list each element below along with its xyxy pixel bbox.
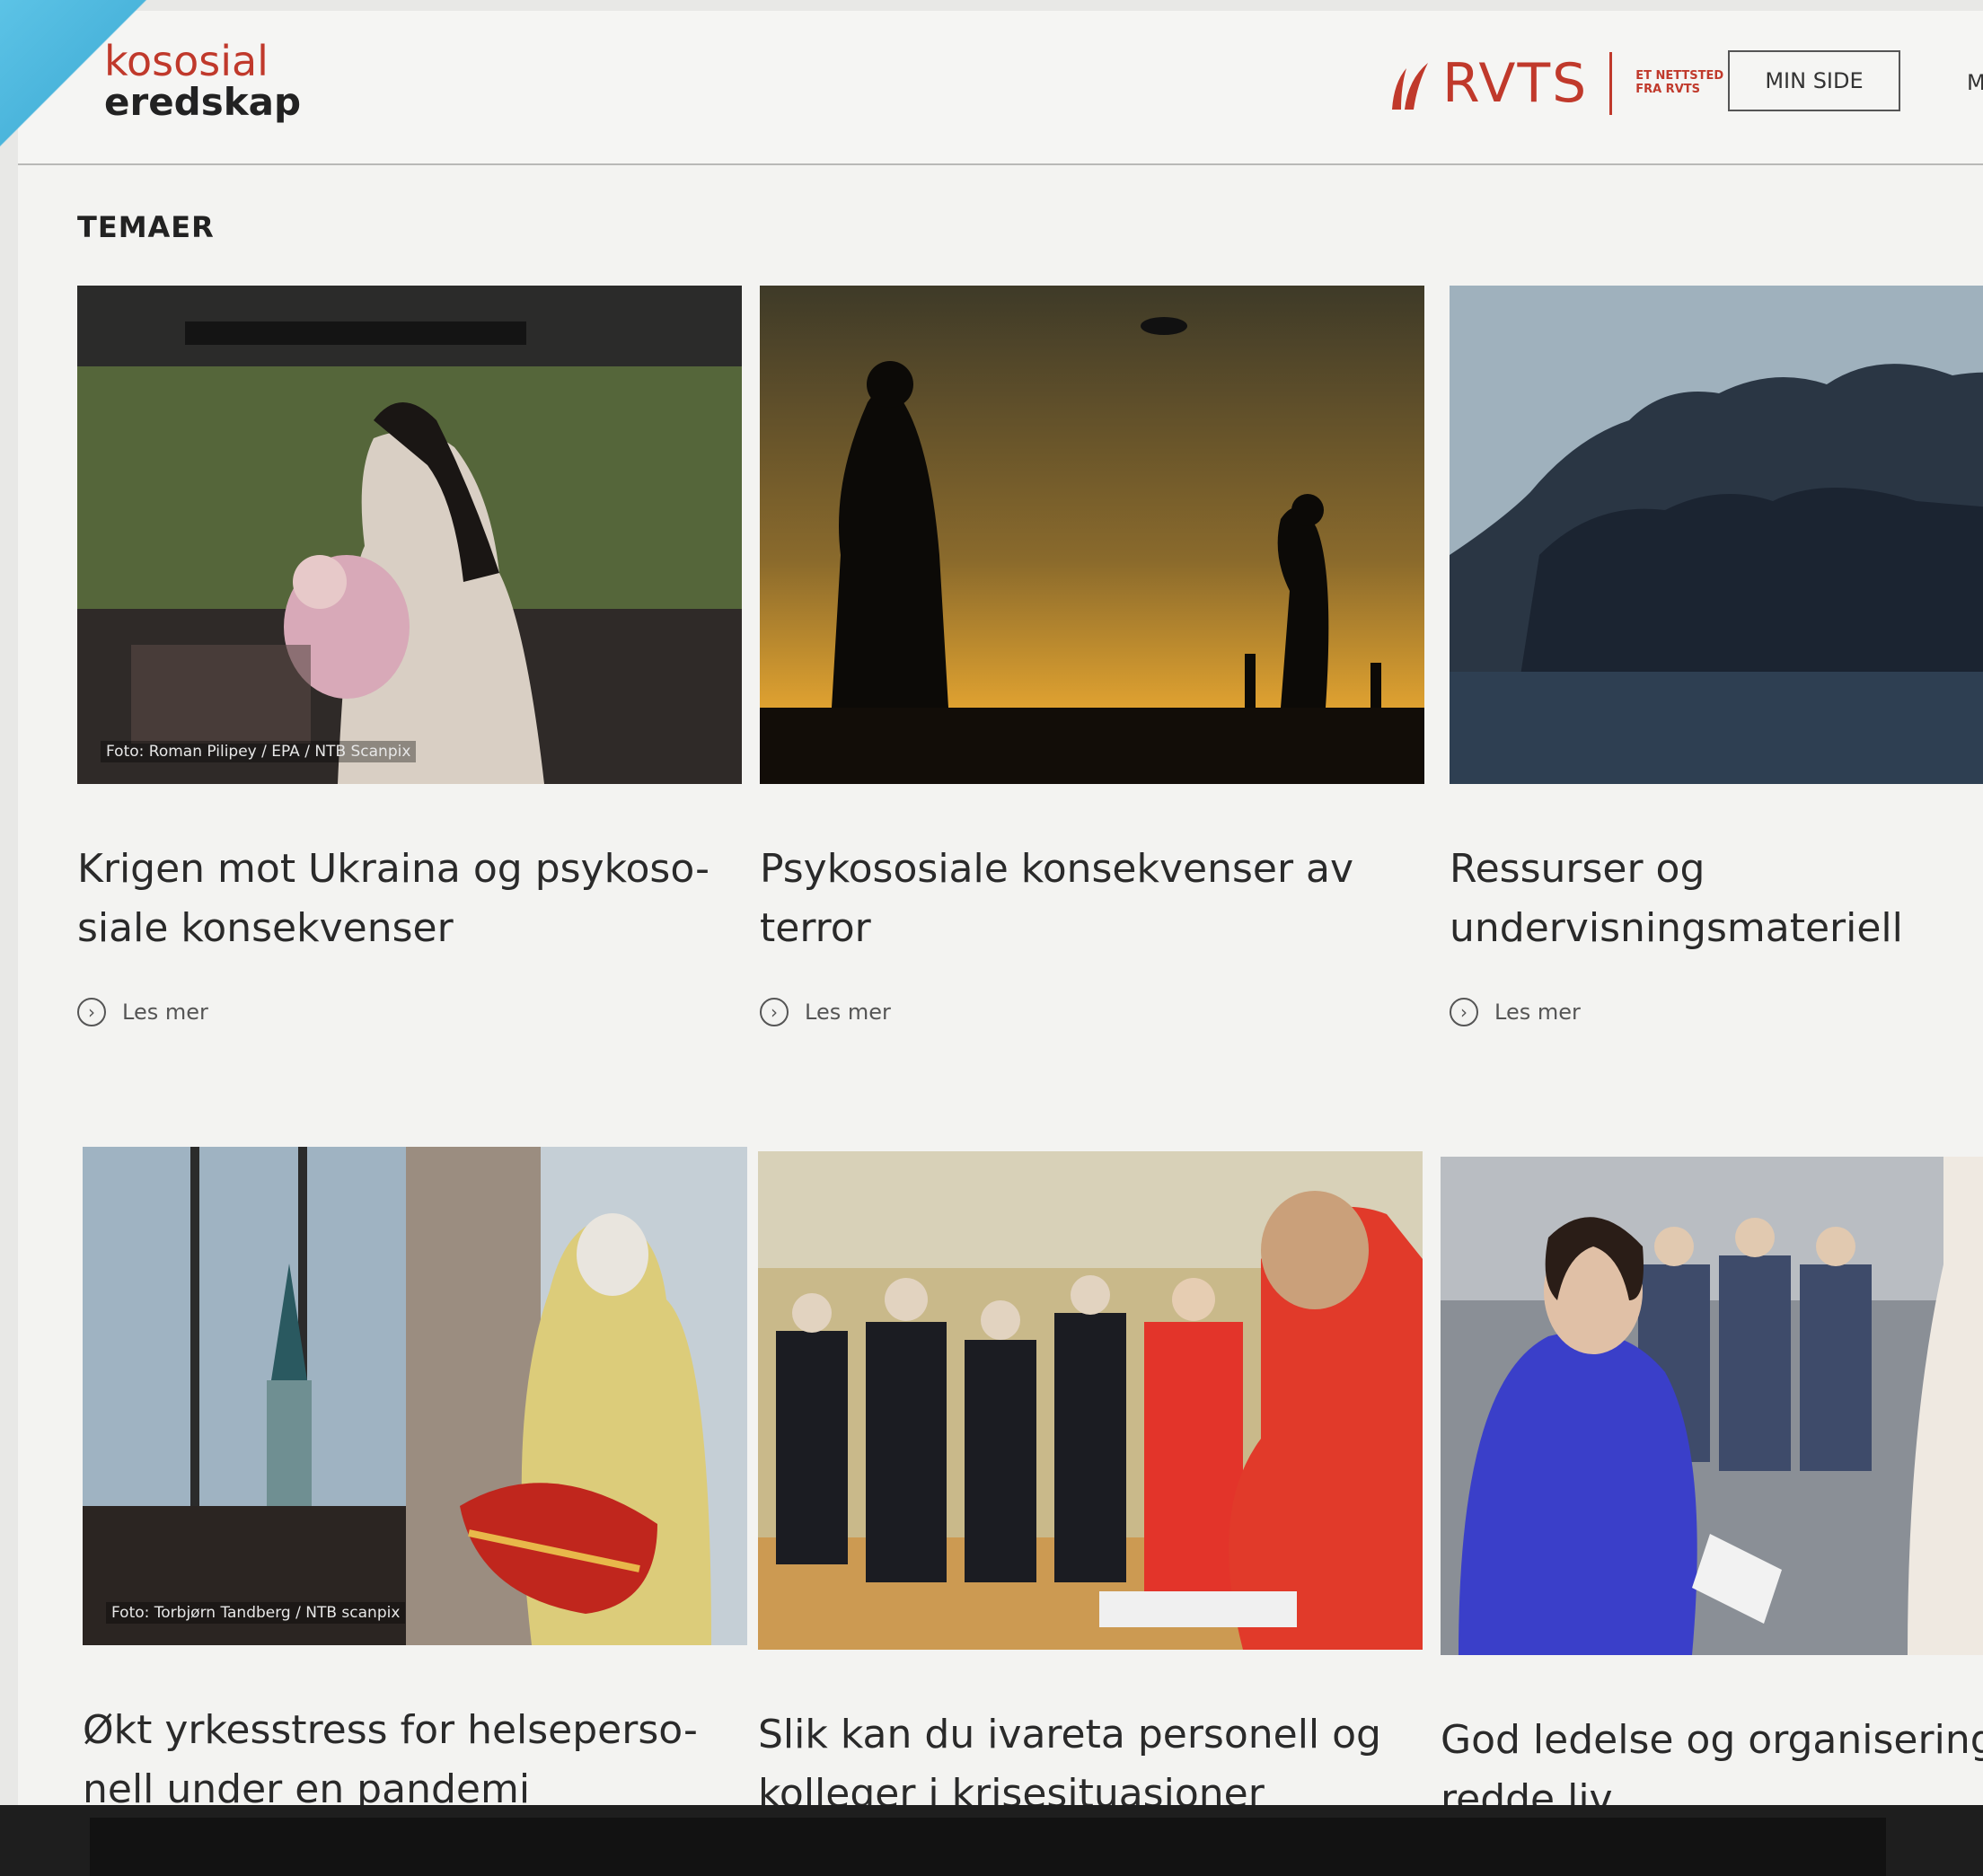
browser-page: kososial eredskap RVTS ET NETTSTED FRA R… bbox=[18, 11, 1983, 1814]
card-title[interactable]: Slik kan du ivareta personell og kollege… bbox=[758, 1705, 1441, 1814]
rvts-logo[interactable]: RVTS ET NETTSTED FRA RVTS bbox=[1383, 52, 1723, 115]
read-more-link[interactable]: › Les mer bbox=[1450, 998, 1983, 1026]
card-title-line2: terror bbox=[760, 905, 871, 951]
next-section-preview bbox=[90, 1818, 1886, 1876]
theme-card-ledelse[interactable]: God ledelse og organisering redde liv bbox=[1441, 1157, 1983, 1814]
card-title-line1: Krigen mot Ukraina og psykoso- bbox=[77, 846, 709, 892]
health-worker-photo bbox=[83, 1147, 747, 1645]
read-more-label: Les mer bbox=[1494, 1000, 1581, 1025]
leadership-exercise-photo bbox=[1441, 1157, 1983, 1655]
card-title[interactable]: Ressurser og undervisningsmateriell bbox=[1450, 840, 1983, 958]
card-title[interactable]: God ledelse og organisering redde liv bbox=[1441, 1711, 1983, 1814]
crisis-team-photo bbox=[758, 1151, 1423, 1650]
theme-card-ressurser[interactable]: Ressurser og undervisningsmateriell › Le… bbox=[1450, 286, 1983, 1026]
chevron-circle-right-icon: › bbox=[1450, 998, 1478, 1026]
monitor-bezel bbox=[0, 1805, 1983, 1876]
card-title-line1: Slik kan du ivareta personell og bbox=[758, 1712, 1381, 1757]
card-title-line1: Ressurser og bbox=[1450, 846, 1705, 892]
partner-tagline: ET NETTSTED FRA RVTS bbox=[1635, 69, 1724, 97]
card-image[interactable] bbox=[760, 286, 1424, 784]
partner-tag-line1: ET NETTSTED bbox=[1635, 69, 1724, 84]
card-title[interactable]: Økt yrkesstress for helseperso- nell und… bbox=[83, 1701, 765, 1814]
card-title[interactable]: Krigen mot Ukraina og psykoso- siale kon… bbox=[77, 840, 760, 958]
read-more-link[interactable]: › Les mer bbox=[77, 998, 742, 1026]
chevron-circle-right-icon: › bbox=[77, 998, 106, 1026]
theme-card-terror[interactable]: Psykososiale konsekvenser av terror › Le… bbox=[760, 286, 1424, 1026]
card-title-line2: undervisningsmateriell bbox=[1450, 905, 1903, 951]
card-title-line2: siale konsekvenser bbox=[77, 905, 454, 951]
card-title-line1: Psykososiale konsekvenser av bbox=[760, 846, 1354, 892]
partner-tag-line2: FRA RVTS bbox=[1635, 83, 1700, 96]
storm-clouds-photo bbox=[1450, 286, 1983, 784]
card-image[interactable]: Foto: Torbjørn Tandberg / NTB scanpix bbox=[83, 1147, 747, 1645]
card-image[interactable] bbox=[758, 1151, 1423, 1650]
card-title-line1: God ledelse og organisering bbox=[1441, 1717, 1983, 1763]
card-image[interactable] bbox=[1441, 1157, 1983, 1655]
min-side-button[interactable]: MIN SIDE bbox=[1728, 50, 1900, 111]
section-title: TEMAER bbox=[77, 210, 215, 244]
rvts-wordmark: RVTS bbox=[1442, 52, 1589, 115]
rvts-flame-icon bbox=[1392, 63, 1428, 110]
photo-credit: Foto: Torbjørn Tandberg / NTB scanpix bbox=[106, 1602, 406, 1624]
theme-card-ukraina[interactable]: Foto: Roman Pilipey / EPA / NTB Scanpix … bbox=[77, 286, 742, 1026]
logo-divider bbox=[1609, 52, 1613, 115]
photo-credit: Foto: Roman Pilipey / EPA / NTB Scanpix bbox=[101, 741, 417, 762]
card-title-line1: Økt yrkesstress for helseperso- bbox=[83, 1707, 698, 1753]
mother-baby-photo bbox=[77, 286, 742, 784]
read-more-label: Les mer bbox=[805, 1000, 891, 1025]
site-header: kososial eredskap RVTS ET NETTSTED FRA R… bbox=[18, 11, 1983, 165]
card-image[interactable] bbox=[1450, 286, 1983, 784]
read-more-label: Les mer bbox=[122, 1000, 208, 1025]
corner-decoration bbox=[0, 0, 162, 162]
silhouette-sunset-photo bbox=[760, 286, 1424, 784]
read-more-link[interactable]: › Les mer bbox=[760, 998, 1424, 1026]
theme-card-pandemi[interactable]: Foto: Torbjørn Tandberg / NTB scanpix Øk… bbox=[83, 1147, 747, 1814]
theme-card-personell[interactable]: Slik kan du ivareta personell og kollege… bbox=[758, 1151, 1423, 1814]
menu-link-partial[interactable]: M bbox=[1967, 70, 1983, 95]
card-title[interactable]: Psykososiale konsekvenser av terror bbox=[760, 840, 1442, 958]
chevron-circle-right-icon: › bbox=[760, 998, 789, 1026]
card-image[interactable]: Foto: Roman Pilipey / EPA / NTB Scanpix bbox=[77, 286, 742, 784]
